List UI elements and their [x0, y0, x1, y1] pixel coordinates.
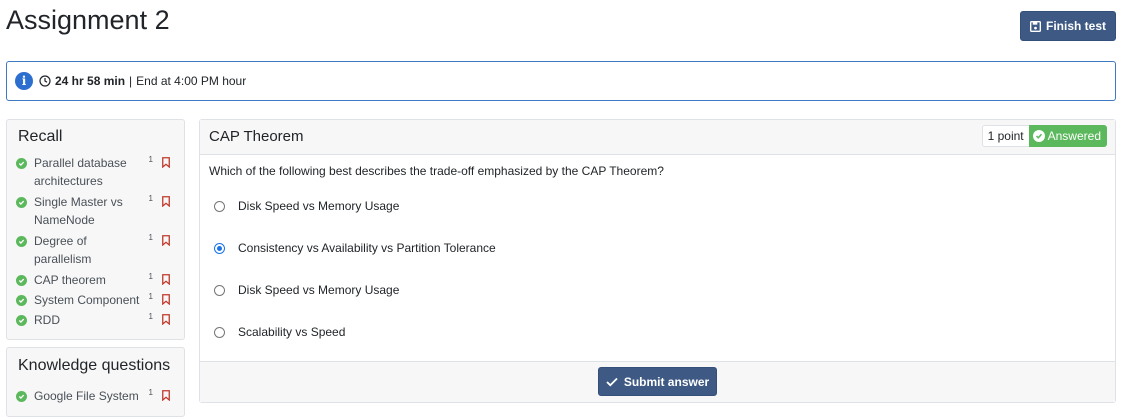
check-circle-icon — [16, 158, 27, 169]
question-header: CAP Theorem 1 point Answered — [200, 120, 1115, 155]
sidebar-item-label: System Component — [34, 293, 140, 307]
answer-option-label: Disk Speed vs Memory Usage — [238, 199, 400, 213]
finish-test-label: Finish test — [1045, 19, 1106, 33]
item-points: 1 — [148, 155, 153, 164]
time-remaining: 24 hr 58 min — [55, 74, 126, 88]
question-footer: Submit answer — [200, 361, 1115, 402]
page-title: Assignment 2 — [6, 5, 170, 35]
sidebar-item-label: Degree of parallelism — [34, 234, 92, 266]
knowledge-heading: Knowledge questions — [18, 357, 171, 374]
bookmark-icon[interactable] — [162, 157, 170, 168]
sidebar-item-label: CAP theorem — [34, 273, 106, 287]
sidebar-item-label: RDD — [34, 313, 60, 327]
sidebar-item-system-component[interactable]: System Component 1 — [16, 291, 178, 309]
answer-option-label: Scalability vs Speed — [238, 325, 346, 339]
check-circle-icon — [16, 275, 27, 286]
info-icon: i — [15, 72, 33, 90]
radio-button[interactable] — [214, 200, 225, 212]
sidebar-item-label: Single Master vs NameNode — [34, 195, 123, 227]
question-badges: 1 point Answered — [981, 125, 1107, 147]
radio-button-selected[interactable] — [214, 242, 225, 254]
bookmark-icon[interactable] — [162, 294, 170, 305]
answered-badge: Answered — [1028, 125, 1107, 147]
sidebar-item-label: Parallel database architectures — [34, 156, 127, 188]
item-points: 1 — [148, 292, 153, 301]
answered-status-label: Answered — [1047, 129, 1101, 143]
radio-button[interactable] — [214, 284, 225, 296]
item-points: 1 — [148, 388, 153, 397]
radio-button[interactable] — [214, 326, 225, 338]
timer-bar: i 24 hr 58 min | End at 4:00 PM hour — [6, 61, 1116, 101]
check-circle-icon — [16, 315, 27, 326]
check-circle-icon — [16, 295, 27, 306]
sidebar-item-degree-of-parallelism[interactable]: Degree of parallelism 1 — [16, 232, 178, 268]
item-points: 1 — [148, 194, 153, 203]
sidebar-item-single-master-vs-namenode[interactable]: Single Master vs NameNode 1 — [16, 193, 178, 229]
answer-option-2[interactable]: Consistency vs Availability vs Partition… — [214, 241, 496, 255]
answer-option-3[interactable]: Disk Speed vs Memory Usage — [214, 283, 399, 297]
knowledge-questions-section: Knowledge questions Google File System 1 — [6, 347, 185, 417]
sidebar-item-label: Google File System — [34, 389, 139, 403]
submit-answer-button[interactable]: Submit answer — [598, 367, 717, 396]
checkmark-icon — [606, 377, 618, 387]
floppy-disk-icon — [1029, 20, 1041, 32]
item-points: 1 — [148, 233, 153, 242]
bookmark-icon[interactable] — [162, 314, 170, 325]
bookmark-icon[interactable] — [162, 196, 170, 207]
answer-option-4[interactable]: Scalability vs Speed — [214, 325, 345, 339]
sidebar-item-cap-theorem[interactable]: CAP theorem 1 — [16, 271, 178, 289]
check-circle-icon — [16, 391, 27, 402]
bookmark-icon[interactable] — [162, 390, 170, 401]
points-badge: 1 point — [981, 125, 1029, 147]
sidebar-item-rdd[interactable]: RDD 1 — [16, 311, 178, 329]
check-circle-icon — [16, 236, 27, 247]
question-title: CAP Theorem — [209, 128, 304, 145]
finish-test-button[interactable]: Finish test — [1020, 11, 1116, 41]
answer-option-1[interactable]: Disk Speed vs Memory Usage — [214, 199, 399, 213]
question-card: CAP Theorem 1 point Answered Which of th… — [199, 119, 1116, 403]
check-circle-icon — [16, 197, 27, 208]
end-time-text: End at 4:00 PM hour — [136, 74, 247, 88]
recall-section: Recall Parallel database architectures 1… — [6, 119, 185, 340]
clock-icon — [39, 75, 51, 87]
sidebar-item-google-file-system[interactable]: Google File System 1 — [16, 387, 178, 405]
submit-answer-label: Submit answer — [623, 374, 710, 389]
question-text: Which of the following best describes th… — [209, 164, 664, 178]
check-circle-icon — [1032, 130, 1045, 142]
answer-option-label: Disk Speed vs Memory Usage — [238, 283, 400, 297]
recall-heading: Recall — [18, 128, 63, 145]
item-points: 1 — [148, 272, 153, 281]
timer-separator: | — [129, 74, 133, 88]
bookmark-icon[interactable] — [162, 235, 170, 246]
answer-option-label: Consistency vs Availability vs Partition… — [238, 241, 496, 255]
bookmark-icon[interactable] — [162, 274, 170, 285]
sidebar-item-parallel-database-architectures[interactable]: Parallel database architectures 1 — [16, 154, 178, 190]
item-points: 1 — [148, 312, 153, 321]
